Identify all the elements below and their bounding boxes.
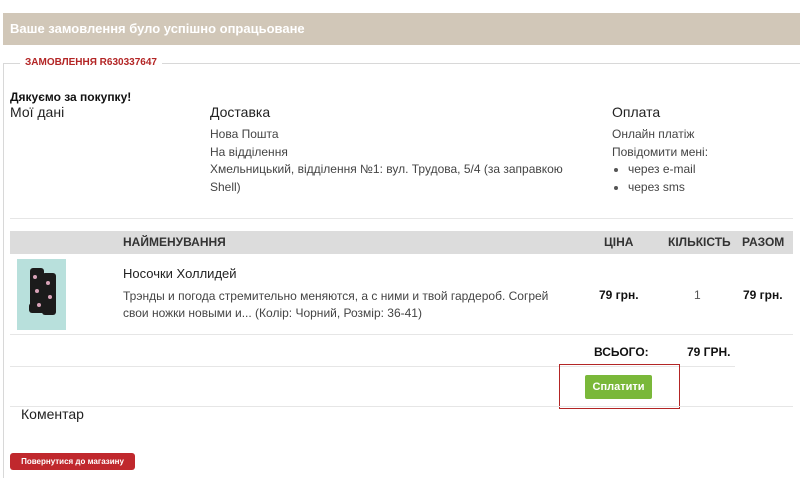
delivery-method: На відділення [210, 144, 288, 159]
product-qty: 1 [694, 288, 701, 302]
header-name: НАЙМЕНУВАННЯ [123, 235, 226, 249]
payment-info: Онлайн платіж Повідомити мені: через e-m… [612, 126, 792, 196]
delivery-address-line1: Хмельницький, відділення №1: вул. Трудов… [210, 162, 563, 176]
divider [10, 334, 793, 335]
divider [10, 406, 793, 407]
payment-heading: Оплата [612, 104, 661, 120]
header-total: РАЗОМ [742, 235, 785, 249]
pattern-dot [33, 275, 37, 279]
order-number-legend: ЗАМОВЛЕННЯ R630337647 [20, 57, 162, 68]
pattern-dot [35, 289, 39, 293]
notify-label: Повідомити мені: [612, 144, 709, 159]
product-description: Трэнды и погода стремительно меняются, а… [123, 288, 573, 322]
payment-method: Онлайн платіж [612, 127, 695, 141]
thanks-message: Дякуємо за покупку! [10, 90, 132, 104]
product-description-line1: Трэнды и погода стремительно меняются, а… [123, 289, 549, 303]
summary-label: ВСЬОГО: [594, 345, 649, 359]
product-price: 79 грн. [599, 288, 639, 302]
product-name[interactable]: Носочки Холлидей [123, 266, 237, 281]
summary-value: 79 ГРН. [687, 345, 731, 359]
pay-button[interactable]: Сплатити [585, 375, 652, 399]
delivery-info: Нова Пошта На відділення Хмельницький, в… [210, 126, 580, 196]
comment-heading: Коментар [21, 406, 84, 422]
success-banner: Ваше замовлення було успішно опрацьоване [3, 13, 800, 45]
delivery-address-line2: Shell) [210, 179, 241, 194]
items-table-header: НАЙМЕНУВАННЯ ЦІНА КІЛЬКІСТЬ РАЗОМ [10, 231, 793, 254]
back-to-shop-button[interactable]: Повернутися до магазину [10, 453, 135, 470]
pattern-dot [48, 295, 52, 299]
notify-option-sms: через sms [612, 179, 792, 197]
my-data-heading: Мої дані [10, 104, 65, 120]
delivery-heading: Доставка [210, 104, 271, 120]
notify-option-email: через e-mail [612, 161, 792, 179]
pattern-dot [46, 281, 50, 285]
divider [10, 218, 793, 219]
header-price: ЦІНА [604, 235, 634, 249]
product-total: 79 грн. [743, 288, 783, 302]
product-image[interactable] [17, 259, 66, 330]
pattern-dot [37, 303, 41, 307]
delivery-carrier: Нова Пошта [210, 127, 279, 141]
header-qty: КІЛЬКІСТЬ [668, 235, 731, 249]
product-description-line2: свои ножки новыми и... (Колір: Чорний, Р… [123, 306, 422, 320]
